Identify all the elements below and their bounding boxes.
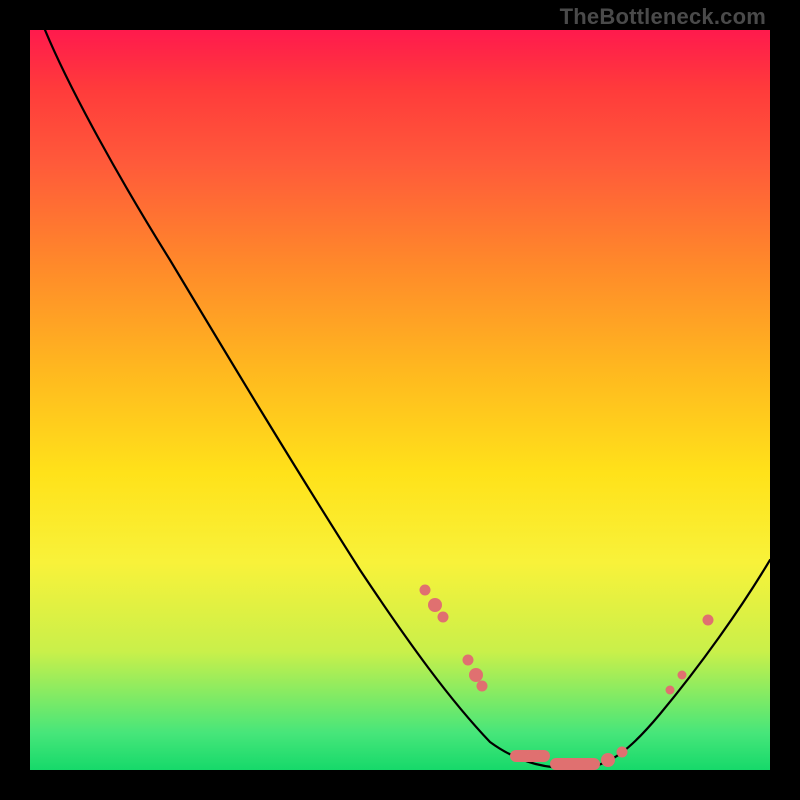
- curve-marker: [617, 747, 628, 758]
- curve-layer: [30, 30, 770, 770]
- curve-marker: [666, 686, 675, 695]
- curve-marker: [678, 671, 687, 680]
- bottleneck-curve: [45, 30, 770, 768]
- curve-marker: [510, 750, 550, 762]
- curve-marker: [428, 598, 442, 612]
- curve-marker: [477, 681, 488, 692]
- watermark-text: TheBottleneck.com: [560, 6, 766, 28]
- curve-marker: [438, 612, 449, 623]
- chart-frame: TheBottleneck.com: [0, 0, 800, 800]
- curve-marker: [420, 585, 431, 596]
- curve-marker: [703, 615, 714, 626]
- curve-marker: [550, 758, 600, 770]
- curve-marker: [463, 655, 474, 666]
- curve-marker: [601, 753, 615, 767]
- curve-marker: [469, 668, 483, 682]
- plot-area: [30, 30, 770, 770]
